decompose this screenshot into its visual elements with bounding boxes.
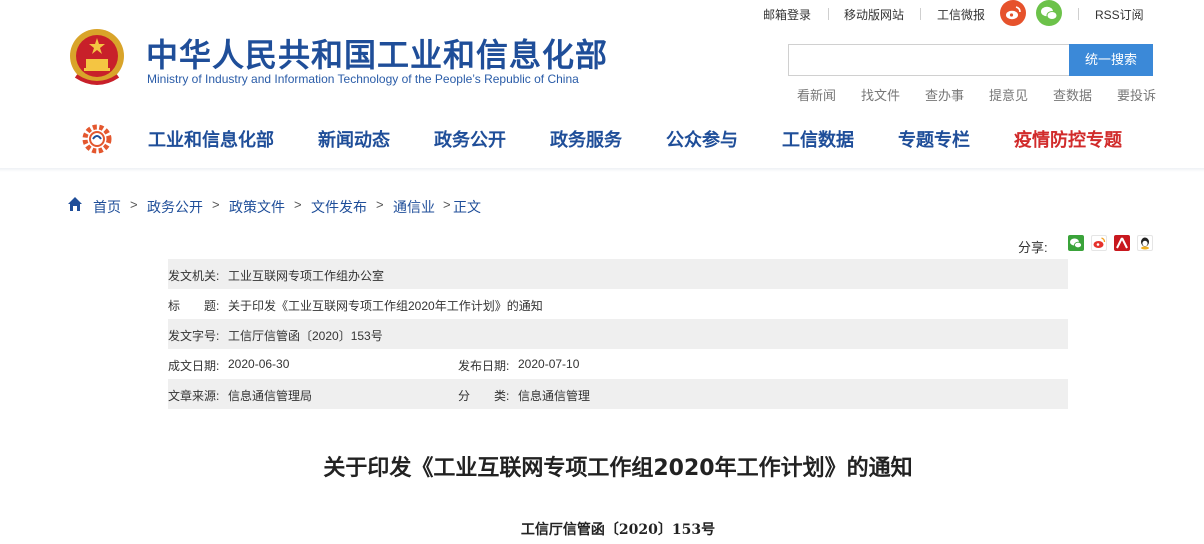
unified-search-button[interactable]: 统一搜索 (1069, 44, 1153, 76)
document-meta-table: 发文机关: 工业互联网专项工作组办公室 标 题: 关于印发《工业互联网专项工作组… (168, 259, 1068, 409)
share-label: 分享: (1018, 240, 1048, 255)
nav-data[interactable]: 工信数据 (782, 126, 854, 152)
weibo-share-icon[interactable] (1091, 235, 1107, 251)
issuer-value: 工业互联网专项工作组办公室 (228, 269, 385, 283)
nav-gov-affairs[interactable]: 政务公开 (434, 126, 506, 152)
created-date-label: 成文日期: (168, 359, 220, 373)
divider (1078, 8, 1079, 20)
breadcrumb-separator: > (212, 197, 220, 212)
site-title[interactable]: 中华人民共和国工业和信息化部 (146, 30, 608, 76)
renren-share-icon[interactable] (1114, 235, 1130, 251)
quick-link-data[interactable]: 查数据 (1053, 85, 1092, 104)
meta-row-source: 文章来源: 信息通信管理局 分 类: 信息通信管理 (168, 379, 1068, 409)
weibo-report-link[interactable]: 工信微报 (937, 6, 985, 23)
nav-epidemic-special[interactable]: 疫情防控专题 (1014, 126, 1122, 152)
article-title: 关于印发《工业互联网专项工作组2020年工作计划》的通知 (323, 456, 913, 481)
quick-link-news[interactable]: 看新闻 (797, 85, 836, 104)
national-emblem-logo[interactable] (66, 26, 128, 90)
meta-row-doc-number: 发文字号: 工信厅信管函〔2020〕153号 (168, 319, 1068, 349)
mail-login-link[interactable]: 邮箱登录 (763, 6, 811, 23)
published-date-label: 发布日期: (458, 359, 510, 373)
source-value: 信息通信管理局 (228, 389, 313, 403)
published-date-value: 2020-07-10 (518, 357, 580, 371)
qq-share-icon[interactable] (1137, 235, 1153, 251)
quick-link-services[interactable]: 查办事 (925, 85, 964, 104)
divider (828, 8, 829, 20)
doc-number-value: 工信厅信管函〔2020〕153号 (228, 329, 383, 343)
nav-public-participation[interactable]: 公众参与 (666, 126, 738, 152)
divider (920, 8, 921, 20)
site-subtitle: Ministry of Industry and Information Tec… (147, 72, 579, 86)
category-value: 信息通信管理 (518, 389, 591, 403)
rss-link[interactable]: RSS订阅 (1095, 6, 1144, 23)
breadcrumb-separator: > (130, 197, 138, 212)
meta-row-dates: 成文日期: 2020-06-30 发布日期: 2020-07-10 (168, 349, 1068, 379)
wechat-icon[interactable] (1036, 0, 1062, 26)
nav-gov-services[interactable]: 政务服务 (550, 126, 622, 152)
breadcrumb-doc-release[interactable]: 文件发布 (311, 197, 367, 217)
nav-divider (0, 168, 1204, 172)
title-label: 标 题: (168, 299, 220, 313)
breadcrumb-gov-affairs[interactable]: 政务公开 (147, 197, 203, 217)
breadcrumb-telecom[interactable]: 通信业 (393, 197, 435, 217)
quick-link-feedback[interactable]: 提意见 (989, 85, 1028, 104)
source-label: 文章来源: (168, 389, 220, 403)
article-doc-number: 工信厅信管函〔2020〕153号 (520, 522, 716, 538)
nav-ministry[interactable]: 工业和信息化部 (148, 126, 274, 152)
quick-link-files[interactable]: 找文件 (861, 85, 900, 104)
wechat-share-icon[interactable] (1068, 235, 1084, 251)
breadcrumb-current: 正文 (453, 199, 481, 215)
category-label: 分 类: (458, 389, 510, 403)
quick-link-complaint[interactable]: 要投诉 (1117, 85, 1156, 104)
meta-row-issuer: 发文机关: 工业互联网专项工作组办公室 (168, 259, 1068, 289)
breadcrumb-separator: > (294, 197, 302, 212)
search-input[interactable] (788, 44, 1070, 76)
doc-number-label: 发文字号: (168, 329, 220, 343)
nav-news[interactable]: 新闻动态 (318, 126, 390, 152)
issuer-label: 发文机关: (168, 269, 220, 283)
ministry-gear-icon[interactable] (82, 124, 112, 154)
weibo-icon[interactable] (1000, 0, 1026, 26)
nav-special-columns[interactable]: 专题专栏 (898, 126, 970, 152)
breadcrumb-separator: > (443, 197, 451, 212)
home-icon[interactable] (67, 196, 83, 212)
created-date-value: 2020-06-30 (228, 357, 290, 371)
meta-row-title: 标 题: 关于印发《工业互联网专项工作组2020年工作计划》的通知 (168, 289, 1068, 319)
top-utility-bar: 邮箱登录 移动版网站 工信微报 RSS订阅 (0, 0, 1204, 30)
breadcrumb-home[interactable]: 首页 (93, 197, 121, 217)
mobile-site-link[interactable]: 移动版网站 (844, 6, 904, 23)
breadcrumb-separator: > (376, 197, 384, 212)
title-value: 关于印发《工业互联网专项工作组2020年工作计划》的通知 (228, 299, 543, 313)
breadcrumb-policy-docs[interactable]: 政策文件 (229, 197, 285, 217)
